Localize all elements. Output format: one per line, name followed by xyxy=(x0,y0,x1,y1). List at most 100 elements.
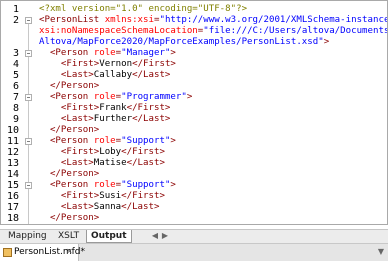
line-number: 8 xyxy=(12,103,19,114)
code-line: <Person role="Manager"> xyxy=(39,48,176,59)
code-token: </Person> xyxy=(39,125,100,135)
chevron-down-icon[interactable]: ▼ xyxy=(378,246,384,258)
tab-xslt[interactable]: XSLT xyxy=(54,230,83,242)
code-line: <Last>Callaby</Last> xyxy=(39,70,171,81)
code-token: role xyxy=(93,48,116,58)
line-number: 7 xyxy=(12,92,19,103)
code-token: Callaby xyxy=(93,70,133,80)
fold-toggle-icon[interactable] xyxy=(25,182,32,189)
tab-mapping[interactable]: Mapping xyxy=(4,230,51,242)
document-tabs-bar: PersonList.mfd* ✕ ▼ xyxy=(0,243,388,261)
code-token: </Person> xyxy=(39,169,100,179)
code-token: </Last> xyxy=(126,158,165,168)
line-number: 14 xyxy=(6,169,19,180)
tab-output[interactable]: Output xyxy=(86,230,132,243)
code-token: <?xml version="1.0" encoding="UTF-8"?> xyxy=(39,4,248,14)
code-token: <Last> xyxy=(39,70,94,80)
code-token: </First> xyxy=(132,59,176,69)
code-line: <Last>Matise</Last> xyxy=(39,158,165,169)
code-token: > xyxy=(170,48,176,58)
code-token: Further xyxy=(93,114,133,124)
code-line: <?xml version="1.0" encoding="UTF-8"?> xyxy=(39,4,247,15)
line-number: 5 xyxy=(12,70,19,81)
code-token: > xyxy=(170,180,176,190)
fold-toggle-icon[interactable] xyxy=(25,17,32,24)
document-tab[interactable]: PersonList.mfd* ✕ xyxy=(0,244,85,261)
code-token: > xyxy=(323,37,330,47)
code-line: Altova/MapForce2020/MapForceExamples/Per… xyxy=(39,37,329,48)
code-line: <Person role="Support"> xyxy=(39,136,176,147)
line-number: 3 xyxy=(12,48,19,59)
line-number: 11 xyxy=(6,136,19,147)
view-tabs-bar: Mapping XSLT Output ◀ ▶ xyxy=(0,229,388,243)
code-token: </Last> xyxy=(132,70,171,80)
code-token: <Last> xyxy=(39,114,94,124)
code-token: Susi xyxy=(99,191,122,201)
code-token: > xyxy=(186,92,193,102)
line-number: 9 xyxy=(12,114,19,125)
code-token: </Last> xyxy=(121,202,160,212)
triangle-left-icon[interactable]: ◀ xyxy=(150,231,160,241)
code-token: </First> xyxy=(126,103,171,113)
code-token: </Last> xyxy=(132,114,171,124)
code-token: Matise xyxy=(93,158,127,168)
fold-guide-line xyxy=(28,57,29,86)
code-line: </Person> xyxy=(39,213,99,224)
line-number-gutter: 12345678910111213141516171819 xyxy=(1,1,21,225)
code-token: xsi:noNamespaceSchemaLocation xyxy=(39,26,198,36)
fold-toggle-icon[interactable] xyxy=(25,94,32,101)
fold-guide-line xyxy=(28,101,29,130)
mapping-file-icon xyxy=(3,248,12,257)
code-token: Frank xyxy=(99,103,127,113)
line-number: 4 xyxy=(12,59,19,70)
code-token: <First> xyxy=(39,59,100,69)
line-number: 18 xyxy=(6,213,19,224)
code-token: role xyxy=(93,136,116,146)
code-token: > xyxy=(170,136,176,146)
code-token: </First> xyxy=(121,147,165,157)
fold-toggle-icon[interactable] xyxy=(25,138,32,145)
code-token: role xyxy=(93,180,116,190)
line-number: 6 xyxy=(12,81,19,92)
code-token: <Person xyxy=(39,48,94,58)
code-line: <First>Loby</First> xyxy=(39,147,165,158)
code-token: Altova/MapForce2020/MapForceExamples/Per… xyxy=(39,37,324,47)
code-token: "Support" xyxy=(121,136,171,146)
code-line: <Person role="Support"> xyxy=(39,180,176,191)
code-token: role xyxy=(93,92,116,102)
code-line: <First>Frank</First> xyxy=(39,103,171,114)
code-token: Vernon xyxy=(99,59,133,69)
code-token: "file:///C:/Users/altova/Documents/ xyxy=(203,26,388,36)
code-line: <PersonList xmlns:xsi="http://www.w3.org… xyxy=(39,15,388,26)
line-number: 17 xyxy=(6,202,19,213)
output-code-editor[interactable]: 12345678910111213141516171819 <?xml vers… xyxy=(0,0,388,225)
code-token: "Programmer" xyxy=(121,92,187,102)
document-tab-label: PersonList.mfd* xyxy=(14,247,85,257)
line-number: 19 xyxy=(1,224,19,225)
line-number: 2 xyxy=(12,15,19,26)
code-line: <Person role="Programmer"> xyxy=(39,92,192,103)
code-token: <Last> xyxy=(39,158,94,168)
code-line: </Person> xyxy=(39,125,99,136)
code-token: <First> xyxy=(39,191,100,201)
code-token: </Person> xyxy=(39,81,100,91)
triangle-right-icon[interactable]: ▶ xyxy=(160,231,170,241)
fold-toggle-icon[interactable] xyxy=(25,50,32,57)
code-line: </Person> xyxy=(39,81,99,92)
close-icon[interactable]: ✕ xyxy=(66,246,73,258)
line-number: 10 xyxy=(6,125,19,136)
code-token: <Last> xyxy=(39,202,94,212)
line-number: 16 xyxy=(6,191,19,202)
fold-guide-line xyxy=(28,145,29,174)
code-line: <First>Vernon</First> xyxy=(39,59,176,70)
code-token: Loby xyxy=(99,147,122,157)
code-line: </PersonList> xyxy=(39,224,110,225)
code-token: <First> xyxy=(39,147,100,157)
fold-guide-line xyxy=(28,189,29,218)
code-line: <First>Susi</First> xyxy=(39,191,165,202)
code-token: xmlns:xsi xyxy=(104,15,154,25)
line-number: 13 xyxy=(6,158,19,169)
code-token: </PersonList> xyxy=(39,224,110,225)
code-token: </Person> xyxy=(39,213,100,223)
code-token: "http://www.w3.org/2001/XMLSchema-instan… xyxy=(159,15,388,25)
